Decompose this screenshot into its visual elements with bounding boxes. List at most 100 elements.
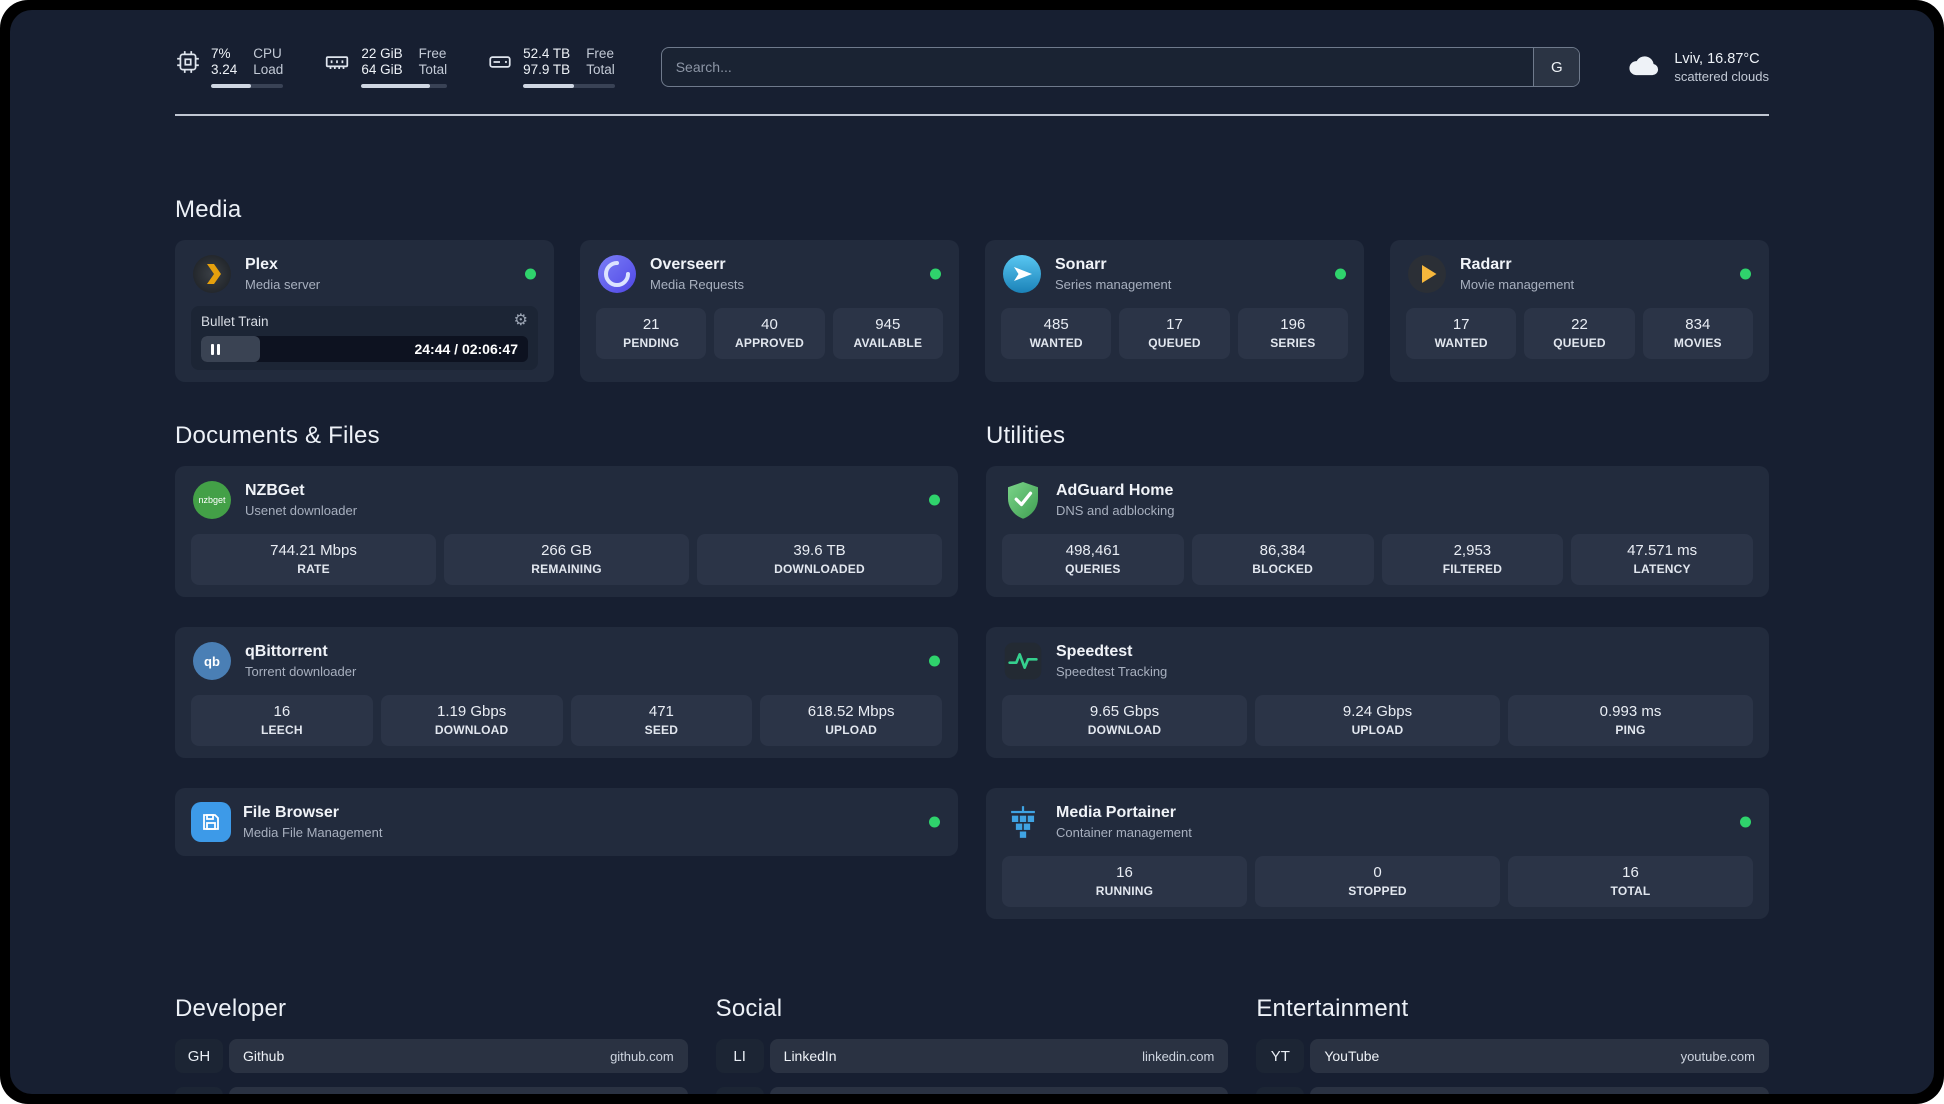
- gear-icon[interactable]: ⚙: [514, 313, 528, 329]
- bookmark-abbr: SO: [175, 1087, 223, 1094]
- adguard-icon: [1002, 479, 1044, 521]
- stat-tile: 9.65 Gbps DOWNLOAD: [1002, 695, 1247, 746]
- app-title: Plex: [245, 256, 278, 273]
- speedtest-icon: [1002, 640, 1044, 682]
- seek-progress: [201, 336, 260, 362]
- playback-time: 24:44 / 02:06:47: [414, 341, 518, 357]
- app-subtitle: Media Requests: [650, 277, 744, 292]
- ram-progress-bar: [361, 84, 448, 88]
- app-card-nzbget[interactable]: nzbget NZBGet Usenet downloader 744.21 M…: [175, 466, 958, 597]
- stat-tile: 485 WANTED: [1001, 308, 1112, 359]
- app-subtitle: DNS and adblocking: [1056, 503, 1175, 518]
- pause-icon[interactable]: [211, 343, 220, 355]
- window-frame: 7% CPU 3.24 Load 22 GiB Free 64 GiB Tota…: [0, 0, 1944, 1104]
- cpu-monitor: 7% CPU 3.24 Load: [175, 46, 284, 88]
- app-title: File Browser: [243, 804, 340, 821]
- bookmark-name: Github: [243, 1048, 285, 1064]
- cloud-icon: [1626, 52, 1662, 83]
- section-social: Social LI LinkedIn linkedin.com TW Twitte…: [715, 995, 1229, 1094]
- status-dot: [929, 494, 940, 506]
- overseerr-icon: [596, 253, 638, 295]
- cpu-usage-value: 7%: [211, 46, 231, 61]
- app-subtitle: Series management: [1055, 277, 1172, 292]
- section-title-utilities: Utilities: [986, 422, 1066, 449]
- status-dot: [930, 268, 941, 280]
- app-subtitle: Movie management: [1460, 277, 1575, 292]
- bookmark-abbr: TW: [715, 1087, 764, 1094]
- qbittorrent-icon: qb: [191, 640, 233, 682]
- disk-total-label: Total: [586, 62, 615, 77]
- bookmark-youtube[interactable]: YT YouTube youtube.com: [1256, 1039, 1769, 1073]
- ram-total-label: Total: [418, 62, 448, 77]
- header-divider: [175, 114, 1769, 116]
- search-input[interactable]: [661, 48, 1534, 86]
- section-utilities: Utilities AdGuard Home DNS and adblockin…: [986, 422, 1769, 919]
- section-title-entertainment: Entertainment: [1256, 995, 1409, 1022]
- search-bar: G: [660, 47, 1581, 87]
- app-card-speedtest[interactable]: Speedtest Speedtest Tracking 9.65 Gbps DO…: [986, 627, 1769, 758]
- app-title: Sonarr: [1055, 256, 1107, 273]
- stat-tile: 9.24 Gbps UPLOAD: [1255, 695, 1500, 746]
- stat-tile: 2,953 FILTERED: [1381, 534, 1564, 585]
- stat-tile: 47.571 ms LATENCY: [1571, 534, 1753, 585]
- bookmark-netflix[interactable]: NF Netflixnetflix.com: [1256, 1087, 1769, 1094]
- dashboard: 7% CPU 3.24 Load 22 GiB Free 64 GiB Tota…: [10, 10, 1934, 1094]
- bookmark-linkedin[interactable]: LI LinkedIn linkedin.com: [715, 1039, 1229, 1073]
- app-subtitle: Media server: [245, 277, 321, 292]
- weather-condition: scattered clouds: [1674, 68, 1769, 84]
- stat-tile: 618.52 Mbps UPLOAD: [760, 695, 942, 746]
- sonarr-icon: [1001, 253, 1043, 295]
- app-card-filebrowser[interactable]: File Browser Media File Management: [175, 788, 958, 856]
- stat-tile: 22 QUEUED: [1524, 308, 1635, 359]
- bookmark-abbr: YT: [1256, 1039, 1305, 1073]
- bookmark-abbr: LI: [715, 1039, 764, 1073]
- status-dot: [1740, 816, 1751, 828]
- svg-text:qb: qb: [204, 654, 220, 669]
- stat-tile: 834 MOVIES: [1642, 308, 1753, 359]
- ram-monitor: 22 GiB Free 64 GiB Total: [323, 46, 448, 88]
- search-engine-button[interactable]: G: [1533, 48, 1580, 86]
- stat-tile: 16 RUNNING: [1002, 856, 1247, 907]
- app-card-adguard[interactable]: AdGuard Home DNS and adblocking 498,461 Q…: [986, 466, 1769, 597]
- nzbget-icon: nzbget: [191, 479, 233, 521]
- svg-text:nzbget: nzbget: [198, 495, 226, 505]
- bookmark-abbr: GH: [175, 1039, 223, 1073]
- plex-now-playing: Bullet Train ⚙ 24:44 / 02:06:47: [191, 306, 538, 370]
- app-card-portainer[interactable]: Media Portainer Container management 16 R…: [986, 788, 1769, 919]
- bookmark-stackoverflow[interactable]: SO StackOverflowstackoverflow.com: [175, 1087, 688, 1094]
- disk-progress-bar: [523, 84, 615, 88]
- bookmark-github[interactable]: GH Github github.com: [175, 1039, 688, 1073]
- stat-tile: 17 QUEUED: [1119, 308, 1230, 359]
- disk-icon: [487, 46, 513, 80]
- section-documents: Documents & Files nzbget NZBGet Usenet d…: [175, 422, 958, 856]
- app-card-plex[interactable]: Plex Media server Bullet Train ⚙ 24:44 /…: [175, 240, 554, 382]
- cpu-load-label: Load: [253, 62, 284, 77]
- bookmark-name: LinkedIn: [783, 1048, 837, 1064]
- stat-tile: 196 SERIES: [1237, 308, 1348, 359]
- weather-widget[interactable]: Lviv, 16.87°C scattered clouds: [1626, 51, 1769, 84]
- section-title-documents: Documents & Files: [175, 422, 380, 449]
- app-title: Media Portainer: [1056, 804, 1177, 821]
- bookmark-twitter[interactable]: TW Twittertwitter.com: [715, 1087, 1229, 1094]
- cpu-usage-label: CPU: [253, 46, 282, 61]
- section-title-media: Media: [175, 196, 242, 223]
- app-title: AdGuard Home: [1056, 482, 1174, 499]
- section-title-developer: Developer: [175, 995, 287, 1022]
- app-card-radarr[interactable]: Radarr Movie management 17 WANTED 22 QUEUE…: [1390, 240, 1769, 382]
- ram-total-value: 64 GiB: [361, 62, 403, 77]
- app-card-overseerr[interactable]: Overseerr Media Requests 21 PENDING 40 APP…: [580, 240, 959, 382]
- app-subtitle: Torrent downloader: [245, 664, 357, 679]
- ram-icon: [323, 46, 351, 80]
- app-card-sonarr[interactable]: Sonarr Series management 485 WANTED 17 QUE…: [985, 240, 1364, 382]
- plex-icon: [191, 253, 233, 295]
- status-dot: [929, 816, 940, 828]
- stat-tile: 40 APPROVED: [714, 308, 825, 359]
- stat-tile: 744.21 Mbps RATE: [191, 534, 436, 585]
- cpu-load-value: 3.24: [211, 62, 238, 77]
- app-title: Radarr: [1460, 256, 1512, 273]
- bookmark-url: github.com: [610, 1048, 674, 1064]
- app-card-qbittorrent[interactable]: qb qBittorrent Torrent downloader 16 LEEC…: [175, 627, 958, 758]
- stat-tile: 1.19 Gbps DOWNLOAD: [380, 695, 563, 746]
- stat-tile: 0.993 ms PING: [1508, 695, 1753, 746]
- seek-bar[interactable]: 24:44 / 02:06:47: [201, 336, 528, 362]
